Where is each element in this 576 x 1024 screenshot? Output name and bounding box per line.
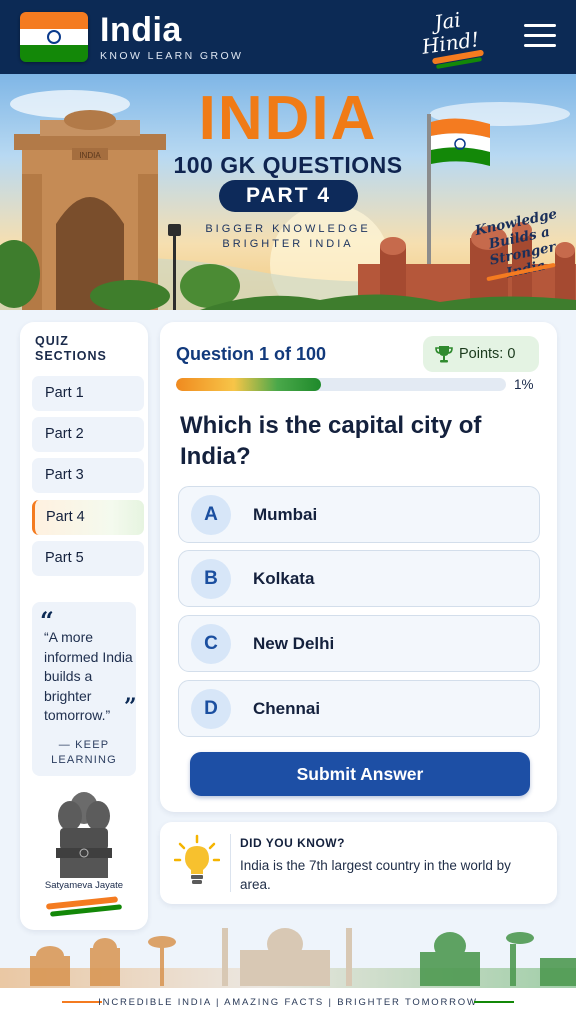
option-a[interactable]: A Mumbai: [178, 486, 540, 543]
did-you-know-title: DID YOU KNOW?: [240, 836, 345, 850]
progress-bar: [176, 378, 506, 391]
option-a-letter: A: [191, 495, 231, 535]
quote-attribution: — KEEP LEARNING: [32, 738, 136, 768]
option-b-letter: B: [191, 559, 231, 599]
hero-subtitle: 100 GK QUESTIONS: [173, 152, 403, 178]
sidebar-item-part-5[interactable]: Part 5: [32, 541, 144, 576]
sidebar-item-part-1[interactable]: Part 1: [32, 376, 144, 411]
option-b-label: Kolkata: [253, 569, 315, 588]
sidebar-item-part-3[interactable]: Part 3: [32, 458, 144, 493]
question-counter: Question 1 of 100: [176, 344, 327, 364]
sidebar-title: QUIZ SECTIONS: [35, 334, 107, 364]
progress-percent: 1%: [514, 377, 534, 392]
option-b[interactable]: B Kolkata: [178, 550, 540, 607]
option-d-letter: D: [191, 689, 231, 729]
sidebar-title-line1: QUIZ: [35, 334, 69, 348]
quote-card: “ “A more informed India builds a bright…: [32, 602, 137, 776]
quiz-card: Question 1 of 100 Points: 0 1% Which is …: [160, 322, 557, 812]
option-a-label: Mumbai: [253, 505, 318, 524]
hero-title-text: INDIA: [198, 84, 378, 153]
emblem-caption: Satyameva Jayate: [44, 880, 124, 891]
option-d-label: Chennai: [253, 699, 321, 718]
app-title: India: [100, 10, 182, 49]
quote-text: “A more informed India builds a brighter…: [44, 629, 133, 723]
trophy-icon: [435, 346, 453, 363]
footer-green-line: [474, 1001, 514, 1003]
sidebar-item-part-4[interactable]: Part 4: [32, 500, 144, 535]
quiz-sections-sidebar: QUIZ SECTIONS Part 1 Part 2 Part 3 Part …: [20, 322, 148, 930]
hero-title: INDIA: [0, 88, 576, 150]
did-you-know-divider: [230, 834, 231, 892]
option-c-letter: C: [191, 624, 231, 664]
quote-attribution-line1: — KEEP: [58, 739, 110, 751]
option-d[interactable]: D Chennai: [178, 680, 540, 737]
hero-banner: INDIA INDIA 100 GK QUESTIONS PART 4 BIGG…: [0, 74, 576, 310]
did-you-know-text: India is the 7th largest country in the …: [240, 858, 511, 892]
quote-attribution-line2: LEARNING: [51, 754, 117, 766]
option-c-label: New Delhi: [253, 634, 335, 653]
monuments-skyline: [0, 928, 576, 988]
brand: India KNOW LEARN GROW: [100, 13, 243, 62]
national-emblem-icon: [56, 792, 112, 878]
progress-fill: [176, 378, 322, 391]
sidebar-item-part-2[interactable]: Part 2: [32, 417, 144, 452]
part-badge: PART 4: [219, 180, 358, 212]
lightbulb-icon: [174, 834, 220, 884]
india-flag-icon: [20, 12, 88, 62]
close-quote-icon: ”: [124, 694, 137, 720]
hamburger-menu-icon[interactable]: [524, 24, 556, 50]
sidebar-title-line2: SECTIONS: [35, 349, 107, 363]
footer: INCREDIBLE INDIA | AMAZING FACTS | BRIGH…: [0, 988, 576, 1024]
question-text: Which is the capital city of India?: [180, 412, 482, 470]
points-label: Points: 0: [459, 346, 516, 362]
top-bar: India KNOW LEARN GROW Jai Hind!: [0, 0, 576, 74]
option-c[interactable]: C New Delhi: [178, 615, 540, 672]
did-you-know-card: DID YOU KNOW? India is the 7th largest c…: [160, 822, 557, 904]
points-badge: Points: 0: [423, 336, 539, 372]
submit-answer-button[interactable]: Submit Answer: [190, 752, 530, 796]
app-tagline: KNOW LEARN GROW: [100, 49, 244, 62]
